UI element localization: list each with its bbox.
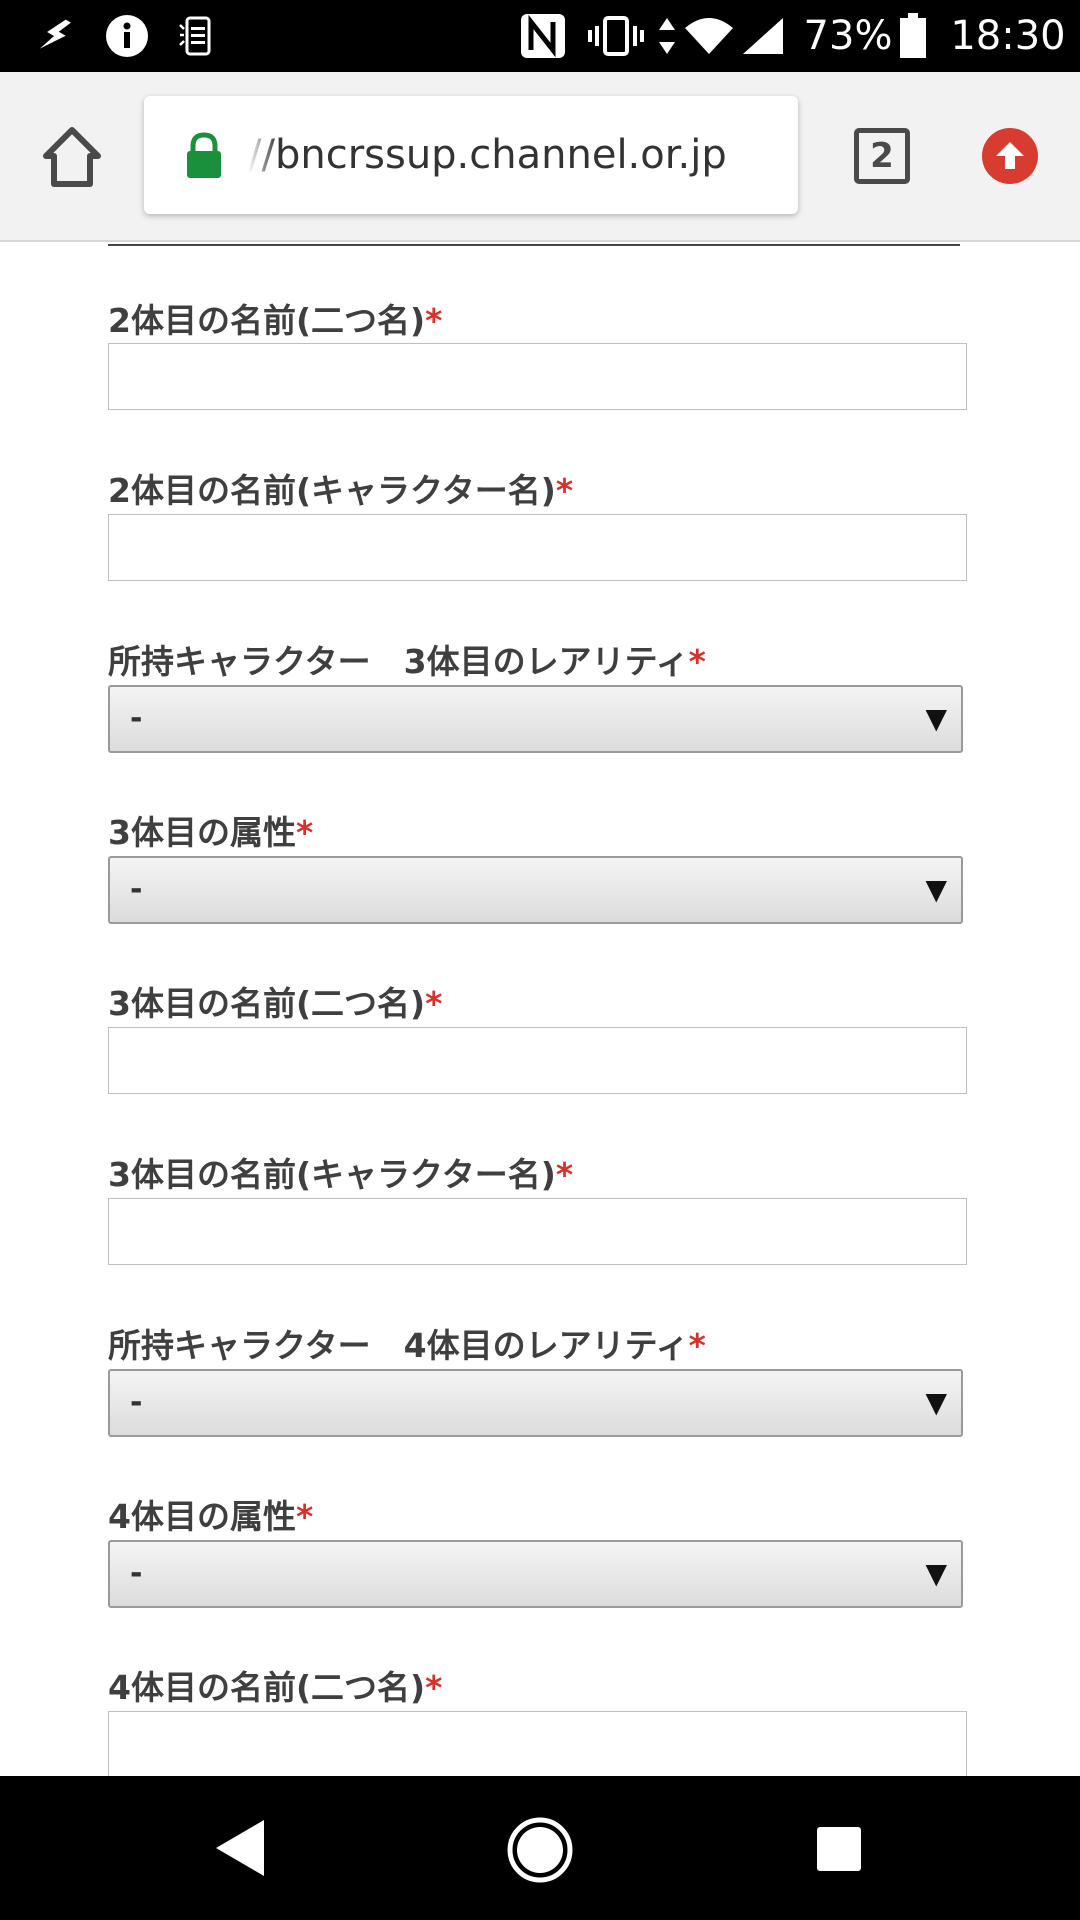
select-value: - bbox=[130, 1556, 143, 1591]
required-mark: * bbox=[555, 471, 574, 510]
battery-percent: 73% bbox=[803, 13, 893, 59]
rarity-4-select[interactable]: - ▼ bbox=[108, 1369, 963, 1437]
address-bar[interactable]: //bncrssup.channel.or.jp bbox=[144, 96, 798, 214]
info-icon bbox=[104, 0, 150, 72]
chevron-down-icon: ▼ bbox=[925, 702, 947, 735]
chevron-down-icon: ▼ bbox=[925, 873, 947, 906]
field-label: 3体目の属性* bbox=[108, 813, 314, 852]
divider bbox=[108, 244, 960, 246]
field-label: 3体目の名前(二つ名)* bbox=[108, 984, 443, 1023]
field-label: 4体目の属性* bbox=[108, 1497, 314, 1536]
browser-toolbar: //bncrssup.channel.or.jp 2 bbox=[0, 72, 1080, 242]
attribute-3-select[interactable]: - ▼ bbox=[108, 856, 963, 924]
name-alias-4-input[interactable] bbox=[108, 1711, 967, 1776]
navigation-bar bbox=[0, 1776, 1080, 1920]
url-text: //bncrssup.channel.or.jp bbox=[248, 132, 727, 178]
field-label: 所持キャラクター 4体目のレアリティ* bbox=[108, 1326, 706, 1365]
name-alias-3-input[interactable] bbox=[108, 1027, 967, 1094]
field-label: 2体目の名前(二つ名)* bbox=[108, 301, 443, 340]
home-circle-icon bbox=[507, 1817, 573, 1883]
required-mark: * bbox=[425, 984, 443, 1023]
nfc-icon bbox=[518, 0, 568, 72]
field-label: 所持キャラクター 3体目のレアリティ* bbox=[108, 642, 706, 681]
recents-button[interactable] bbox=[816, 1826, 862, 1872]
url-fade bbox=[248, 116, 278, 196]
status-bar: 73% 18:30 bbox=[0, 0, 1080, 72]
field-label: 3体目の名前(キャラクター名)* bbox=[108, 1155, 574, 1194]
required-mark: * bbox=[295, 1497, 314, 1536]
required-mark: * bbox=[425, 1668, 443, 1707]
chevron-down-icon: ▼ bbox=[925, 1386, 947, 1419]
recents-icon bbox=[817, 1827, 861, 1871]
rarity-3-select[interactable]: - ▼ bbox=[108, 685, 963, 753]
tab-switcher-button[interactable]: 2 bbox=[854, 128, 910, 184]
form-content: 2体目の名前(二つ名)* 2体目の名前(キャラクター名)* 所持キャラクター 3… bbox=[0, 244, 1080, 1776]
data-arrows-icon bbox=[656, 0, 678, 72]
download-icon bbox=[30, 0, 78, 72]
name-alias-2-input[interactable] bbox=[108, 343, 967, 410]
wifi-icon bbox=[684, 0, 734, 72]
chevron-down-icon: ▼ bbox=[925, 1557, 947, 1590]
field-label: 4体目の名前(二つ名)* bbox=[108, 1668, 443, 1707]
required-mark: * bbox=[555, 1155, 574, 1194]
notification-icon bbox=[176, 0, 216, 72]
character-name-3-input[interactable] bbox=[108, 1198, 967, 1265]
select-value: - bbox=[130, 701, 143, 736]
clock: 18:30 bbox=[950, 13, 1066, 59]
required-mark: * bbox=[295, 813, 314, 852]
field-label: 2体目の名前(キャラクター名)* bbox=[108, 471, 574, 510]
required-mark: * bbox=[688, 642, 706, 681]
lock-icon bbox=[184, 132, 224, 180]
back-button[interactable] bbox=[210, 1816, 270, 1880]
battery-icon bbox=[896, 0, 930, 72]
select-value: - bbox=[130, 1385, 143, 1420]
home-icon[interactable] bbox=[36, 122, 108, 194]
required-mark: * bbox=[688, 1326, 706, 1365]
character-name-2-input[interactable] bbox=[108, 514, 967, 581]
home-button[interactable] bbox=[506, 1816, 574, 1884]
vibrate-icon bbox=[588, 0, 644, 72]
update-icon[interactable] bbox=[982, 128, 1038, 184]
signal-icon bbox=[740, 0, 786, 72]
required-mark: * bbox=[425, 301, 443, 340]
attribute-4-select[interactable]: - ▼ bbox=[108, 1540, 963, 1608]
select-value: - bbox=[130, 872, 143, 907]
back-icon bbox=[216, 1820, 264, 1876]
